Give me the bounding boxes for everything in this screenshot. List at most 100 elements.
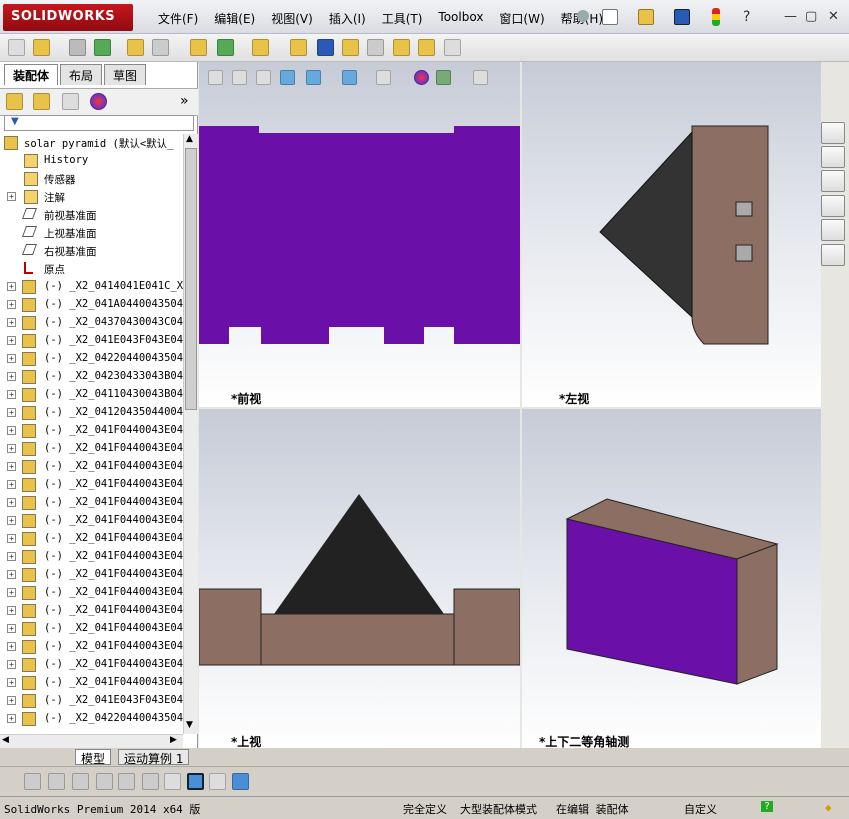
expand-toggle-icon[interactable]: + [7,480,16,489]
open-folder-icon[interactable] [638,9,654,25]
design-library-icon[interactable] [821,146,845,168]
tree-item[interactable]: + (-) _X2_041204350440044 [0,404,183,422]
expand-toggle-icon[interactable]: + [7,390,16,399]
menu-file[interactable]: 文件(F) [150,10,206,27]
restore-icon[interactable]: ▢ [805,9,817,24]
instant3d-icon[interactable] [418,39,435,56]
show-hidden-icon[interactable] [190,39,207,56]
tree-item[interactable]: History [0,152,183,170]
expand-toggle-icon[interactable]: + [7,516,16,525]
expand-toggle-icon[interactable]: + [7,282,16,291]
hide-show-items-icon[interactable] [376,70,391,85]
table-icon[interactable] [209,773,226,790]
display-manager-icon[interactable] [90,93,107,110]
menu-toolbox[interactable]: Toolbox [430,10,491,27]
appearances-icon[interactable] [821,219,845,241]
tab-model[interactable]: 模型 [75,749,112,766]
tree-item[interactable]: + (-) _X2_041F0440043E044 [0,476,183,494]
edit-appearance-icon[interactable] [414,70,429,85]
units-dropdown[interactable]: 自定义 [684,801,717,817]
expand-toggle-icon[interactable]: + [7,336,16,345]
tree-horizontal-scrollbar[interactable]: ◀ ▶ [0,734,183,748]
key-icon[interactable] [118,773,135,790]
expand-toggle-icon[interactable]: + [7,642,16,651]
property-manager-icon[interactable] [33,93,50,110]
tree-item[interactable]: + (-) _X2_041F0440043E044 [0,548,183,566]
expand-toggle-icon[interactable]: + [7,588,16,597]
expand-toggle-icon[interactable]: + [7,498,16,507]
tree-item[interactable]: + (-) _X2_041E043F043E044 [0,332,183,350]
expand-toggle-icon[interactable]: + [7,300,16,309]
solidworks-resources-icon[interactable] [821,122,845,144]
zoom-fit-icon[interactable] [208,70,223,85]
tree-filter[interactable]: ▼ [4,115,194,131]
file-explorer-icon[interactable] [821,170,845,192]
new-document-icon[interactable] [602,9,618,25]
close-icon[interactable]: ✕ [828,9,839,24]
pattern-icon[interactable] [94,39,111,56]
expand-toggle-icon[interactable]: + [7,192,16,201]
apply-scene-icon[interactable] [436,70,451,85]
expand-toggle-icon[interactable]: + [7,534,16,543]
expand-toggle-icon[interactable]: + [7,660,16,669]
tree-item[interactable]: + (-) _X2_041F0440043E044 [0,440,183,458]
stop-icon[interactable] [72,773,89,790]
results-plot-icon[interactable] [164,773,181,790]
tree-vertical-scrollbar[interactable]: ▲ ▼ [183,134,198,734]
tree-item[interactable]: + (-) _X2_041F0440043E044 [0,512,183,530]
assembly-features-icon[interactable] [217,39,234,56]
zoom-area-icon[interactable] [232,70,247,85]
save-icon[interactable] [674,9,690,25]
pin-icon[interactable] [577,10,589,22]
motion-study-properties-icon[interactable] [232,773,249,790]
expand-toggle-icon[interactable]: + [7,426,16,435]
tree-item[interactable]: + (-) _X2_041F0440043E044 [0,638,183,656]
tab-layout[interactable]: 布局 [60,64,103,85]
minimize-icon[interactable]: — [784,9,797,24]
expand-toggle-icon[interactable]: + [7,462,16,471]
custom-properties-icon[interactable] [821,244,845,266]
expand-panel-icon[interactable]: » [180,93,189,109]
tree-item[interactable]: + (-) _X2_041F0440043E044 [0,458,183,476]
menu-view[interactable]: 视图(V) [263,10,321,27]
rebuild-traffic-light-icon[interactable] [712,8,720,26]
tree-item[interactable]: + (-) _X2_041F0440043E044 [0,566,183,584]
tree-item[interactable]: + (-) _X2_04230433043B043 [0,368,183,386]
speedpak-icon[interactable] [444,39,461,56]
viewport-top[interactable]: *上视 [199,409,520,749]
view-cube-icon[interactable] [187,773,204,790]
tree-item[interactable]: 上视基准面 [0,224,183,242]
tree-root[interactable]: solar pyramid (默认<默认_ [0,134,183,152]
tree-item[interactable]: + (-) _X2_041F0440043E044 [0,674,183,692]
expand-toggle-icon[interactable]: + [7,606,16,615]
explode-line-icon[interactable] [367,39,384,56]
tree-item[interactable]: + (-) _X2_041E043F043E044 [0,692,183,710]
previous-view-icon[interactable] [256,70,271,85]
tree-item[interactable]: + (-) _X2_04110430043B043 [0,386,183,404]
reference-geometry-icon[interactable] [252,39,269,56]
configuration-manager-icon[interactable] [62,93,79,110]
timeline-icon[interactable] [96,773,113,790]
help-icon[interactable]: ? [743,9,759,25]
bill-of-materials-icon[interactable] [317,39,334,56]
menu-insert[interactable]: 插入(I) [321,10,374,27]
menu-window[interactable]: 窗口(W) [491,10,552,27]
view-orientation-icon[interactable] [306,70,321,85]
expand-toggle-icon[interactable]: + [7,408,16,417]
scroll-down-arrow[interactable]: ▼ [186,720,193,730]
autokey-icon[interactable] [142,773,159,790]
tree-item[interactable]: + (-) _X2_041A04400435044 [0,296,183,314]
tree-item[interactable]: 右视基准面 [0,242,183,260]
smart-fasteners-icon[interactable] [127,39,144,56]
tree-item[interactable]: 传感器 [0,170,183,188]
expand-toggle-icon[interactable]: + [7,354,16,363]
tree-item[interactable]: + (-) _X2_041F0440043E044 [0,584,183,602]
tree-item[interactable]: 前视基准面 [0,206,183,224]
expand-toggle-icon[interactable]: + [7,570,16,579]
tree-item[interactable]: + (-) _X2_041F0440043E044 [0,530,183,548]
tree-item[interactable]: + (-) _X2_0414041E041C_X0 [0,278,183,296]
help-icon[interactable]: ? [761,801,774,812]
scroll-right-arrow[interactable]: ▶ [170,735,177,745]
expand-toggle-icon[interactable]: + [7,714,16,723]
solidworks-logo[interactable]: SOLIDWORKS [3,4,133,31]
